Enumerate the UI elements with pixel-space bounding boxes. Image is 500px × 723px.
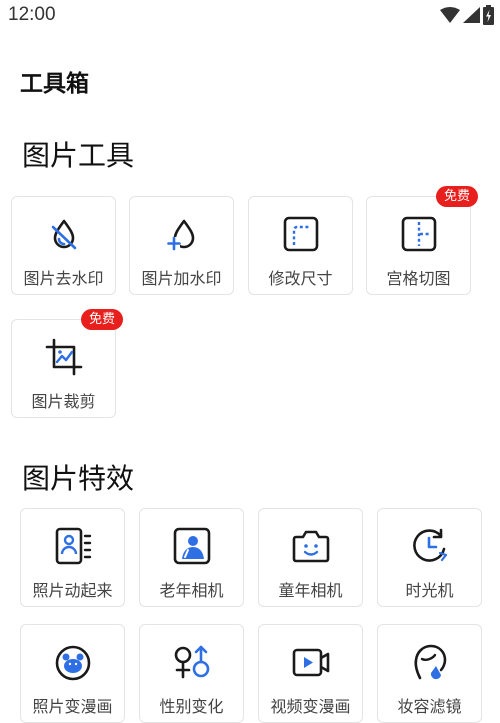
signal-icon xyxy=(463,7,480,23)
effect-label: 妆容滤镜 xyxy=(397,697,462,716)
effect-card-time-machine[interactable]: 时光机 xyxy=(377,508,482,607)
effect-card-photo-cartoon[interactable]: 照片变漫画 xyxy=(20,624,125,723)
tool-label: 修改尺寸 xyxy=(268,269,333,288)
effect-label: 童年相机 xyxy=(278,581,343,600)
photo-animate-icon xyxy=(55,527,91,565)
effect-card-child-camera[interactable]: 童年相机 xyxy=(258,508,363,607)
tool-card-resize[interactable]: 修改尺寸 xyxy=(248,196,353,295)
page-title: 工具箱 xyxy=(20,71,89,97)
video-cartoon-icon xyxy=(292,648,329,677)
effect-label: 照片动起来 xyxy=(32,581,113,600)
wifi-icon xyxy=(440,7,460,23)
makeup-filter-icon xyxy=(413,644,446,680)
tool-card-add-watermark[interactable]: 图片加水印 xyxy=(129,196,234,295)
tool-card-crop[interactable]: 图片裁剪 免费 xyxy=(11,309,123,418)
effect-card-animate-photo[interactable]: 照片动起来 xyxy=(20,508,125,607)
effect-label: 时光机 xyxy=(405,581,454,600)
watermark-add-icon xyxy=(166,219,194,251)
section-title-image-effects: 图片特效 xyxy=(22,462,135,495)
tool-card-remove-watermark[interactable]: 图片去水印 xyxy=(11,196,116,295)
status-icons xyxy=(440,5,494,25)
section-title-image-tools: 图片工具 xyxy=(22,139,135,172)
effect-label: 视频变漫画 xyxy=(270,697,351,716)
effect-card-gender-swap[interactable]: 性别变化 xyxy=(139,624,244,723)
tool-label: 图片裁剪 xyxy=(31,392,96,411)
free-badge: 免费 xyxy=(80,309,123,330)
cartoon-icon xyxy=(55,645,90,681)
tool-label: 图片加水印 xyxy=(141,269,222,288)
effect-card-old-age-camera[interactable]: 老年相机 xyxy=(139,508,244,607)
status-time: 12:00 xyxy=(8,4,56,25)
tool-label: 图片去水印 xyxy=(23,269,104,288)
effect-card-video-cartoon[interactable]: 视频变漫画 xyxy=(258,624,363,723)
old-age-camera-icon xyxy=(173,527,210,565)
free-badge: 免费 xyxy=(435,186,478,207)
battery-icon xyxy=(483,5,494,25)
gender-swap-icon xyxy=(174,645,209,679)
resize-icon xyxy=(283,216,318,252)
grid-cut-icon xyxy=(401,216,436,252)
status-bar: 12:00 xyxy=(0,0,500,32)
tool-label: 宫格切图 xyxy=(386,269,451,288)
effect-card-makeup-filter[interactable]: 妆容滤镜 xyxy=(377,624,482,723)
effect-label: 老年相机 xyxy=(159,581,224,600)
effect-label: 性别变化 xyxy=(159,697,224,716)
time-machine-icon xyxy=(412,528,447,562)
child-camera-icon xyxy=(292,530,329,563)
crop-icon xyxy=(45,338,82,376)
watermark-remove-icon xyxy=(51,219,76,250)
effect-label: 照片变漫画 xyxy=(32,697,113,716)
tool-card-grid-cut[interactable]: 宫格切图 免费 xyxy=(366,186,478,295)
